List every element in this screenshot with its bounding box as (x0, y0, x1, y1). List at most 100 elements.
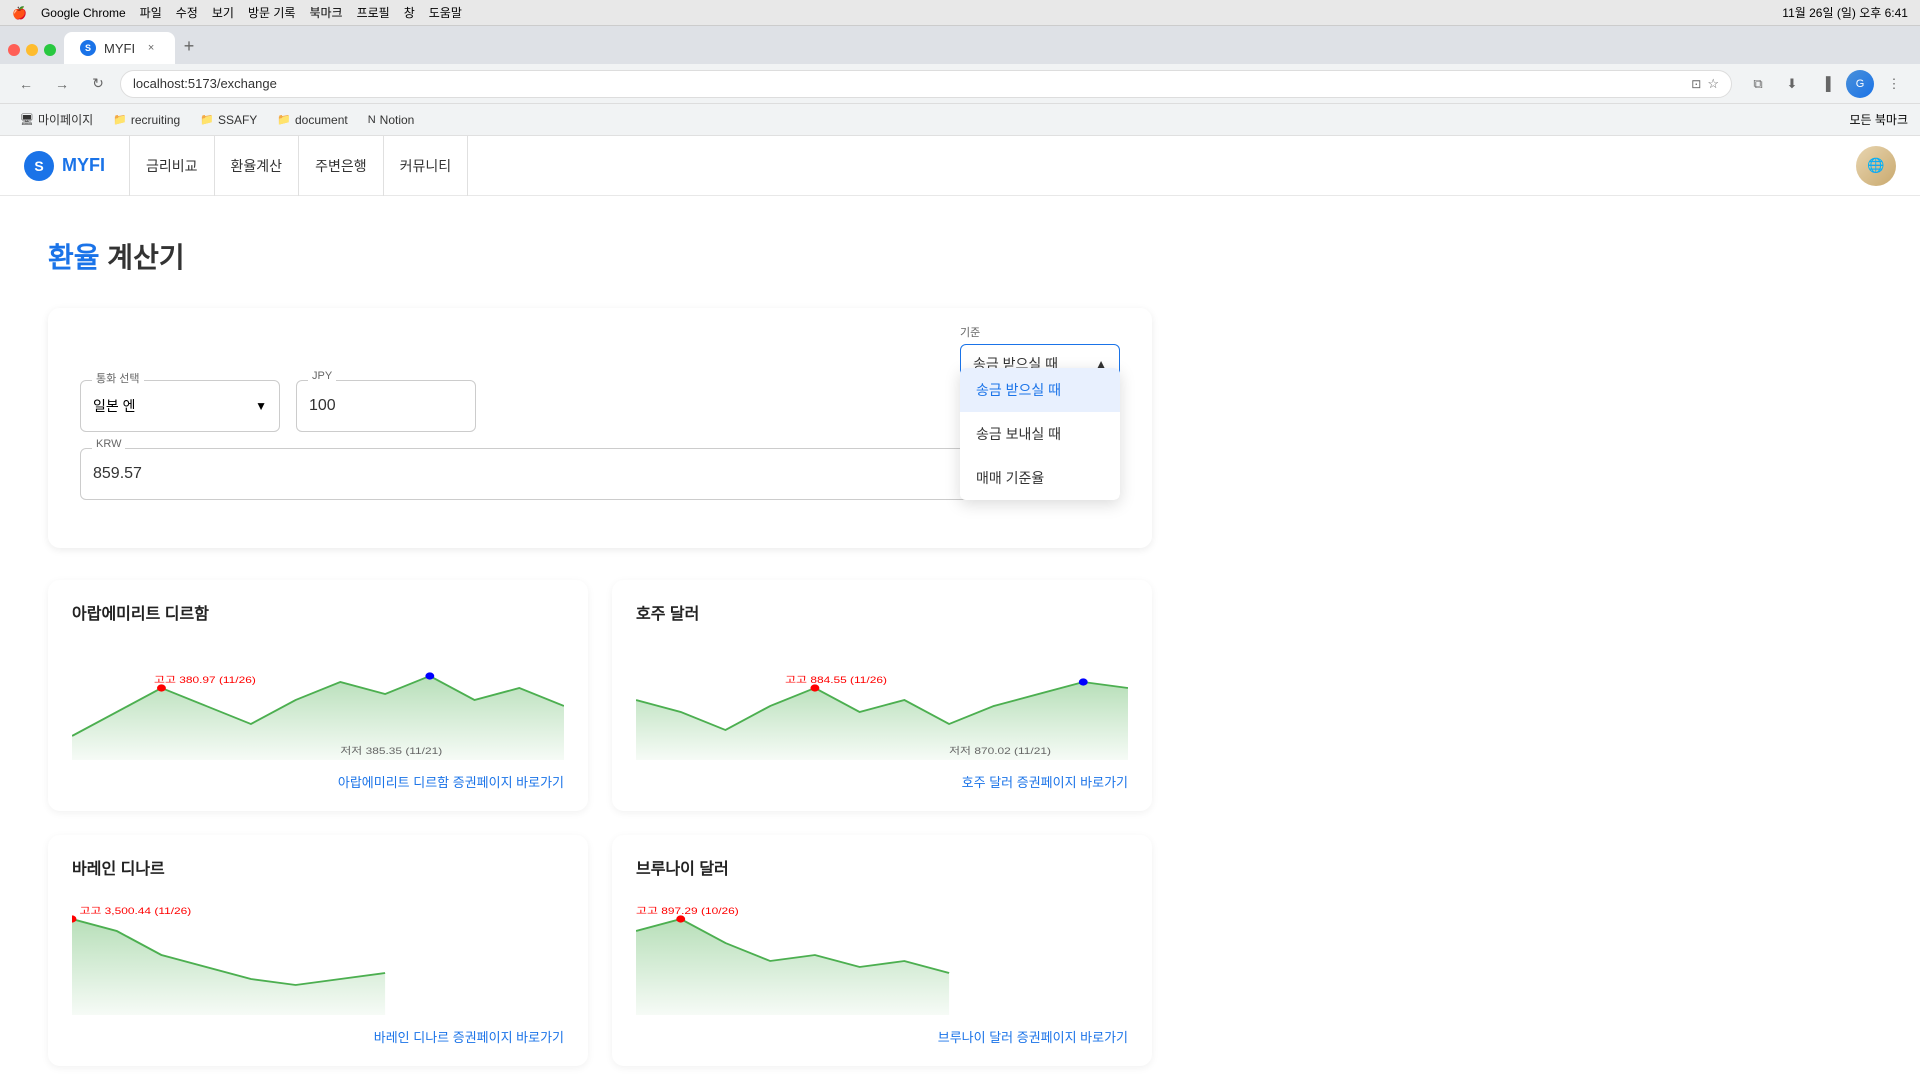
close-traffic-light[interactable] (8, 44, 20, 56)
bhd-title: 바레인 디나르 (72, 855, 564, 879)
title-highlight: 환율 (48, 242, 100, 273)
bnd-card: 브루나이 달러 고고 897. (612, 835, 1152, 1066)
sidebar-button[interactable]: ▐ (1812, 70, 1840, 98)
logo-icon: S (24, 151, 54, 181)
mac-os-bar: 🍎 Google Chrome 파일 수정 보기 방문 기록 북마크 프로필 창… (0, 0, 1920, 26)
bookmark-star-icon[interactable]: ☆ (1707, 76, 1719, 92)
more-options-button[interactable]: ⋮ (1880, 70, 1908, 98)
krw-value: 859.57 (93, 465, 142, 483)
brand-name: MYFI (62, 155, 105, 176)
title-rest: 계산기 (100, 242, 185, 273)
nav-community[interactable]: 커뮤니티 (384, 136, 469, 196)
nav-nearby-bank[interactable]: 주변은행 (299, 136, 384, 196)
aed-chart: 고고 380.97 (11/26) 저저 385.35 (11/21) (72, 640, 564, 760)
back-button[interactable]: ← (12, 70, 40, 98)
app-header: S MYFI 금리비교 환율계산 주변은행 커뮤니티 🌐 (0, 136, 1920, 196)
fullscreen-traffic-light[interactable] (44, 44, 56, 56)
jpy-value: 100 (309, 397, 336, 415)
currency-field-label: 통화 선택 (92, 370, 144, 386)
address-bar-actions: ⧉ ⬇ ▐ G ⋮ (1744, 70, 1908, 98)
download-button[interactable]: ⬇ (1778, 70, 1806, 98)
svg-text:저저 870.02 (11/21): 저저 870.02 (11/21) (949, 745, 1051, 757)
aud-chart-svg: 고고 884.55 (11/26) 저저 870.02 (11/21) (636, 640, 1128, 760)
aed-title: 아랍에미리트 디르함 (72, 600, 564, 624)
bhd-card: 바레인 디나르 고고 3,50 (48, 835, 588, 1066)
bnd-link[interactable]: 브루나이 달러 증권페이지 바로가기 (636, 1027, 1128, 1046)
content-area[interactable]: 환율 계산기 기준 송금 받으실 때 ▲ 송금 받으실 때 송금 보내실 때 매… (0, 196, 1920, 1080)
svg-text:저저 385.35 (11/21): 저저 385.35 (11/21) (340, 745, 442, 757)
basis-option-receive[interactable]: 송금 받으실 때 (960, 368, 1120, 412)
bookmark-document[interactable]: 📁 document (269, 109, 355, 131)
svg-text:고고 380.97 (11/26): 고고 380.97 (11/26) (154, 675, 256, 686)
basis-option-send[interactable]: 송금 보내실 때 (960, 412, 1120, 456)
basis-option-standard[interactable]: 매매 기준율 (960, 456, 1120, 500)
jpy-input[interactable]: 100 (296, 380, 476, 432)
url-bar[interactable]: localhost:5173/exchange ⊡ ☆ (120, 70, 1732, 98)
reader-mode-icon[interactable]: ⊡ (1691, 77, 1701, 91)
bookmarks-menu[interactable]: 북마크 (309, 4, 342, 21)
tab-close-button[interactable]: × (143, 40, 159, 56)
bhd-chart-svg: 고고 3,500.44 (11/26) (72, 895, 564, 1015)
bhd-link[interactable]: 바레인 디나르 증권페이지 바로가기 (72, 1027, 564, 1046)
bookmark-maipe-label: 마이페이지 (38, 111, 93, 128)
refresh-button[interactable]: ↻ (84, 70, 112, 98)
history-menu[interactable]: 방문 기록 (248, 4, 296, 21)
recruiting-icon: 📁 (113, 113, 127, 126)
window-menu[interactable]: 창 (404, 4, 415, 21)
mac-status-right: 11월 26일 (일) 오후 6:41 (1782, 4, 1908, 21)
bookmark-notion-label: Notion (380, 113, 415, 127)
file-menu[interactable]: 파일 (140, 4, 162, 21)
aud-title: 호주 달러 (636, 600, 1128, 624)
extensions-button[interactable]: ⧉ (1744, 70, 1772, 98)
minimize-traffic-light[interactable] (26, 44, 38, 56)
ssafy-icon: 📁 (200, 113, 214, 126)
chrome-window: S MYFI × + ← → ↻ localhost:5173/exchange… (0, 26, 1920, 1080)
bnd-chart: 고고 897.29 (10/26) (636, 895, 1128, 1015)
edit-menu[interactable]: 수정 (176, 4, 198, 21)
address-bar: ← → ↻ localhost:5173/exchange ⊡ ☆ ⧉ ⬇ ▐ … (0, 64, 1920, 104)
aud-link[interactable]: 호주 달러 증권페이지 바로가기 (636, 772, 1128, 791)
bookmark-notion[interactable]: N Notion (360, 109, 423, 131)
tab-title: MYFI (104, 41, 135, 56)
app-logo[interactable]: S MYFI (24, 151, 105, 181)
url-text: localhost:5173/exchange (133, 76, 277, 91)
calculator-card: 기준 송금 받으실 때 ▲ 송금 받으실 때 송금 보내실 때 매매 기준율 통… (48, 308, 1152, 548)
aed-card: 아랍에미리트 디르함 고고 3 (48, 580, 588, 811)
bookmark-maipe[interactable]: 🖥 마이페이지 (12, 107, 101, 132)
bookmarks-bar: 🖥 마이페이지 📁 recruiting 📁 SSAFY 📁 document … (0, 104, 1920, 136)
mac-time: 11월 26일 (일) 오후 6:41 (1782, 4, 1908, 21)
maipe-icon: 🖥 (20, 113, 34, 126)
profile-avatar[interactable]: G (1846, 70, 1874, 98)
krw-label: KRW (92, 438, 125, 450)
active-tab[interactable]: S MYFI × (64, 32, 175, 64)
currency-cards-grid: 아랍에미리트 디르함 고고 3 (48, 580, 1152, 1066)
profile-menu[interactable]: 프로필 (357, 4, 390, 21)
aed-link[interactable]: 아랍에미리트 디르함 증권페이지 바로가기 (72, 772, 564, 791)
currency-select-group: 통화 선택 일본 엔 ▼ (80, 380, 280, 432)
apple-menu[interactable]: 🍎 (12, 6, 27, 20)
forward-button[interactable]: → (48, 70, 76, 98)
mac-menu-left: 🍎 Google Chrome 파일 수정 보기 방문 기록 북마크 프로필 창… (12, 4, 462, 21)
all-bookmarks[interactable]: 모든 북마크 (1849, 111, 1908, 128)
help-menu[interactable]: 도움말 (429, 4, 462, 21)
bookmark-ssafy-label: SSAFY (218, 113, 257, 127)
page-title: 환율 계산기 (48, 236, 1152, 276)
bookmark-recruiting-label: recruiting (131, 113, 180, 127)
user-avatar[interactable]: 🌐 (1856, 146, 1896, 186)
bnd-chart-svg: 고고 897.29 (10/26) (636, 895, 1128, 1015)
bookmark-recruiting[interactable]: 📁 recruiting (105, 109, 188, 131)
new-tab-button[interactable]: + (175, 32, 203, 60)
all-bookmarks-label: 모든 북마크 (1849, 113, 1908, 127)
page-content: 환율 계산기 기준 송금 받으실 때 ▲ 송금 받으실 때 송금 보내실 때 매… (0, 196, 1200, 1080)
currency-select[interactable]: 일본 엔 ▼ (80, 380, 280, 432)
document-icon: 📁 (277, 113, 291, 126)
view-menu[interactable]: 보기 (212, 4, 234, 21)
bookmark-ssafy[interactable]: 📁 SSAFY (192, 109, 265, 131)
tab-bar: S MYFI × + (0, 26, 1920, 64)
nav-exchange-calc[interactable]: 환율계산 (215, 136, 300, 196)
aud-chart: 고고 884.55 (11/26) 저저 870.02 (11/21) (636, 640, 1128, 760)
chrome-menu[interactable]: Google Chrome (41, 6, 126, 20)
bhd-chart: 고고 3,500.44 (11/26) (72, 895, 564, 1015)
bookmark-document-label: document (295, 113, 348, 127)
nav-interest-compare[interactable]: 금리비교 (129, 136, 215, 196)
